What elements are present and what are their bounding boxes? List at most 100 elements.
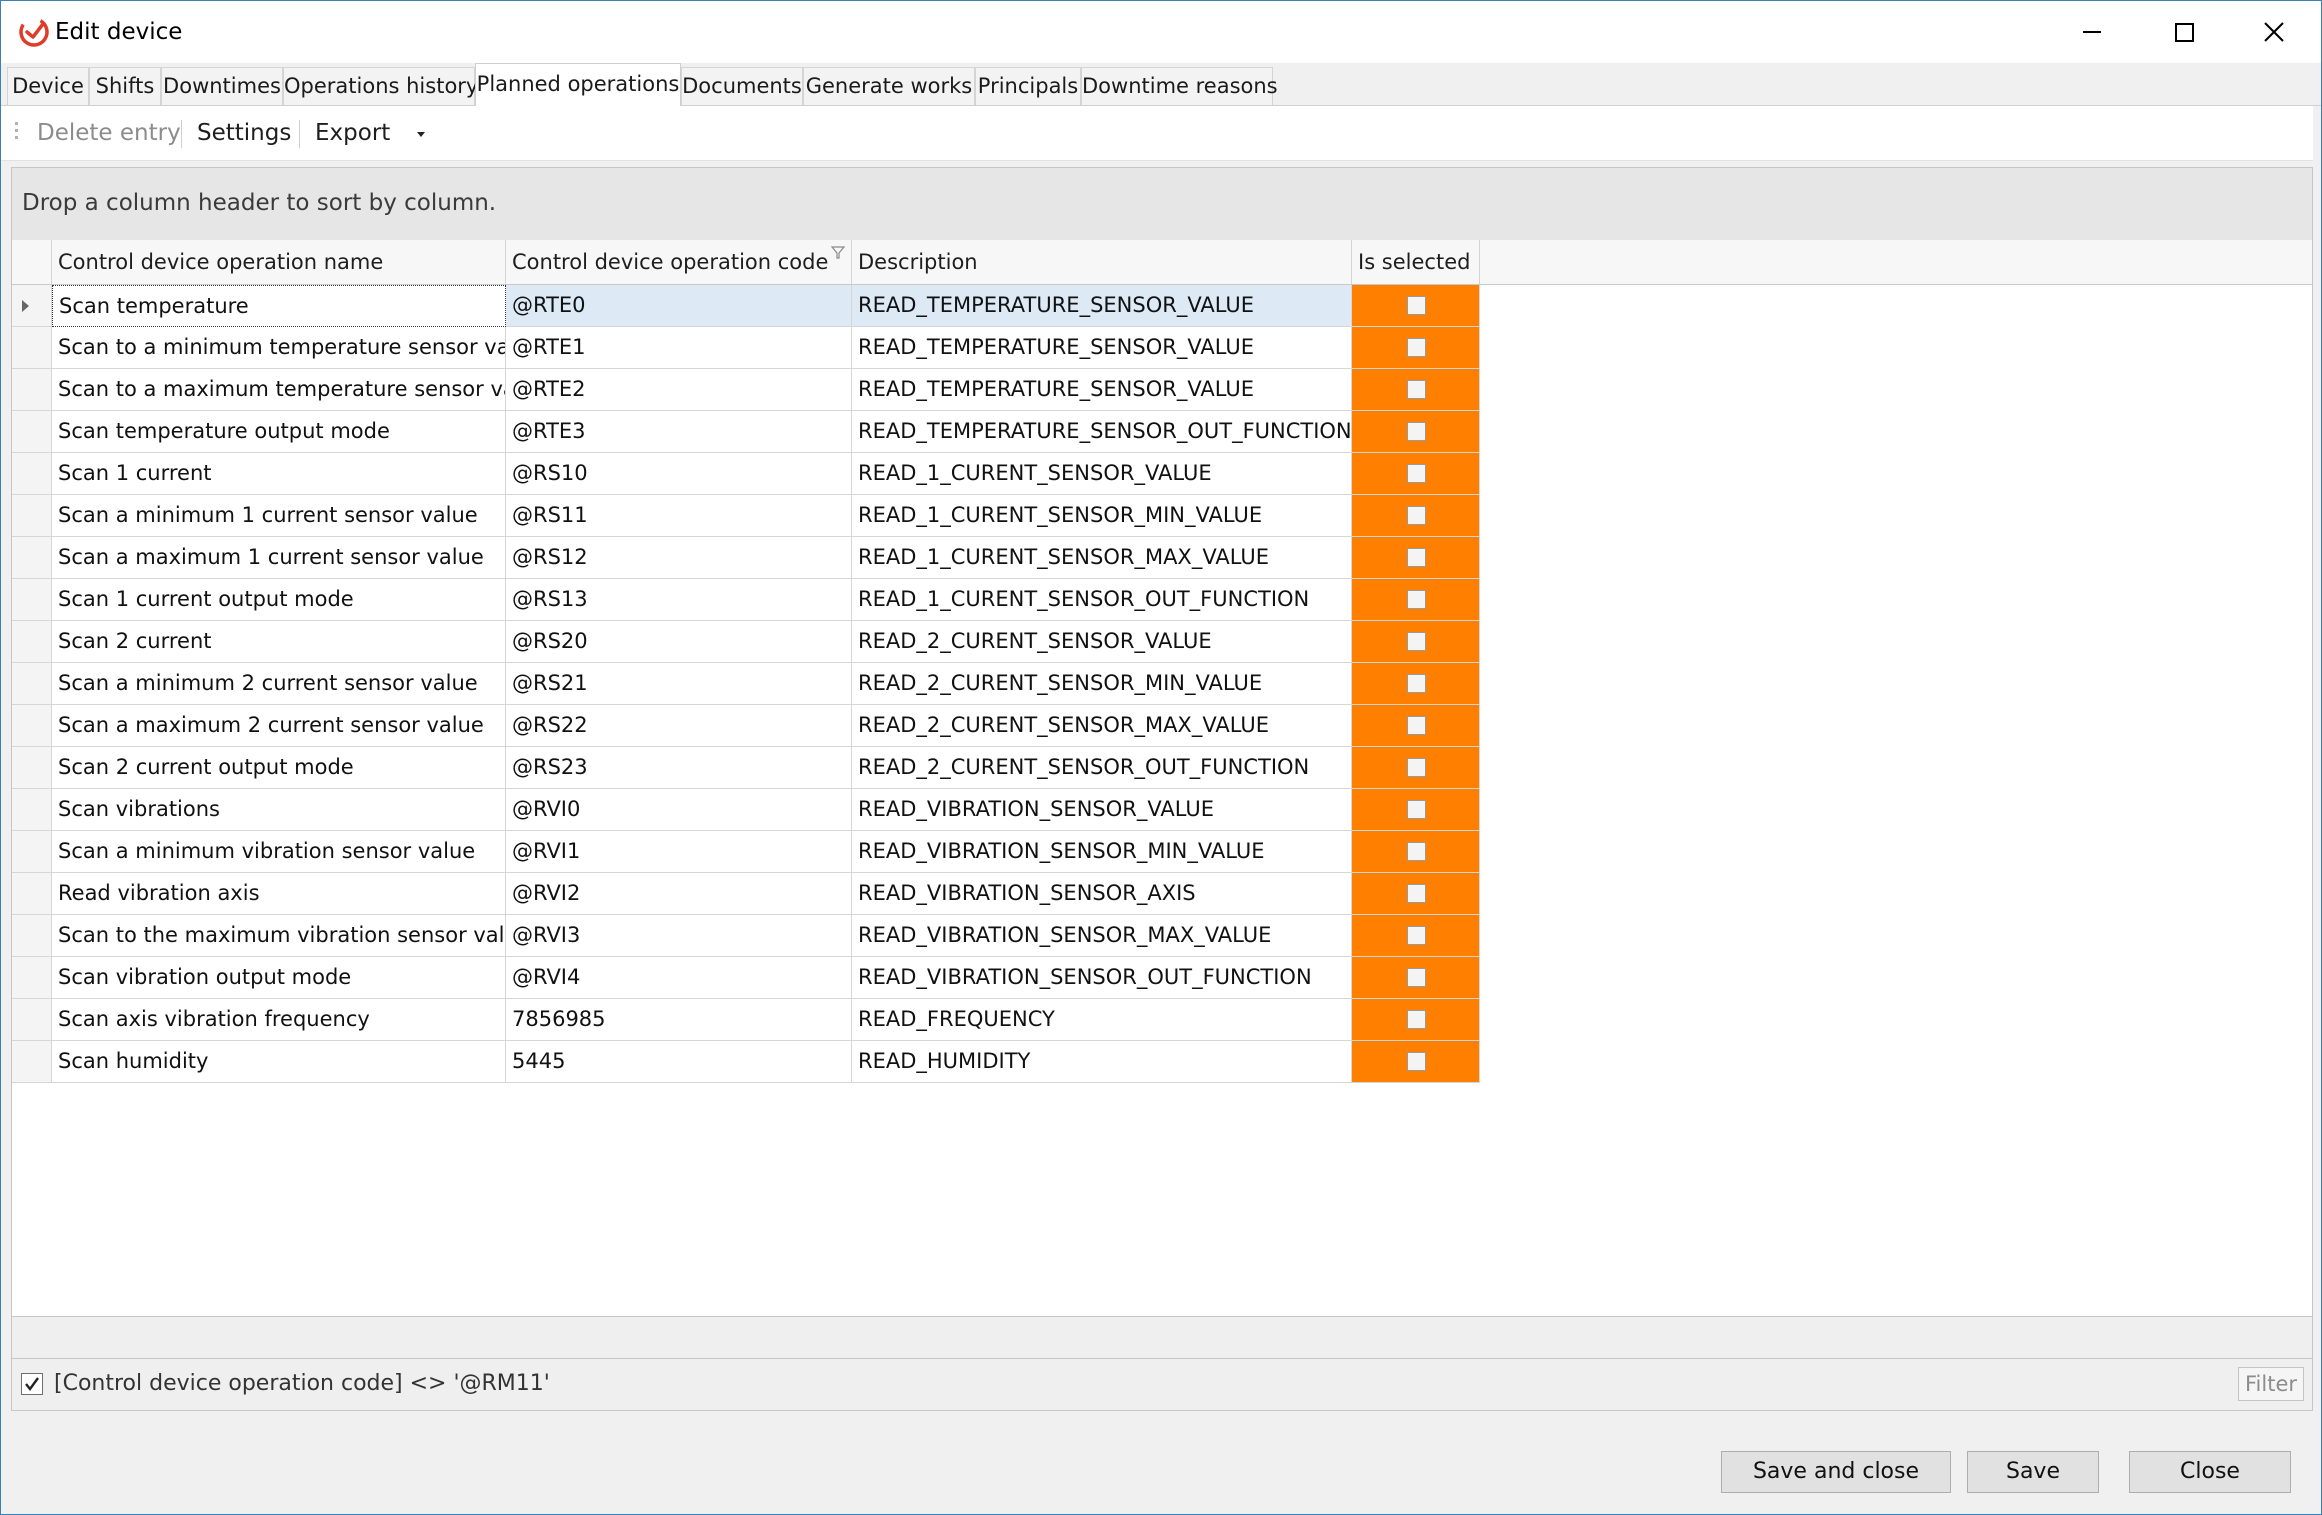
operation-name-cell[interactable]: Scan temperature: [52, 285, 506, 327]
row-indicator-cell[interactable]: [12, 369, 52, 411]
table-row[interactable]: Scan temperature @RTE0 READ_TEMPERATURE_SE…: [12, 285, 1480, 327]
description-cell[interactable]: READ_1_CURENT_SENSOR_MAX_VALUE: [852, 537, 1352, 579]
tab-shifts[interactable]: Shifts: [89, 67, 161, 105]
maximize-button[interactable]: [2139, 1, 2231, 63]
table-row[interactable]: Scan 1 current @RS10 READ_1_CURENT_SENSOR_…: [12, 453, 1480, 495]
description-cell[interactable]: READ_2_CURENT_SENSOR_VALUE: [852, 621, 1352, 663]
table-row[interactable]: Scan to the maximum vibration sensor val…: [12, 915, 1480, 957]
operation-code-cell[interactable]: @RTE3: [506, 411, 852, 453]
column-header-description[interactable]: Description: [852, 240, 1352, 284]
column-header-is-selected[interactable]: Is selected: [1352, 240, 1480, 284]
operation-code-cell[interactable]: 5445: [506, 1041, 852, 1083]
is-selected-checkbox[interactable]: [1407, 1010, 1426, 1029]
row-indicator-cell[interactable]: [12, 831, 52, 873]
table-row[interactable]: Scan axis vibration frequency 7856985 READ…: [12, 999, 1480, 1041]
description-cell[interactable]: READ_2_CURENT_SENSOR_MAX_VALUE: [852, 705, 1352, 747]
description-cell[interactable]: READ_VIBRATION_SENSOR_AXIS: [852, 873, 1352, 915]
operation-code-cell[interactable]: @RS20: [506, 621, 852, 663]
table-row[interactable]: Scan a minimum vibration sensor value @RV…: [12, 831, 1480, 873]
operation-code-cell[interactable]: @RVI2: [506, 873, 852, 915]
settings-button[interactable]: Settings: [197, 116, 291, 150]
export-button[interactable]: Export: [315, 116, 428, 150]
operation-code-cell[interactable]: @RS21: [506, 663, 852, 705]
operation-code-cell[interactable]: 7856985: [506, 999, 852, 1041]
row-indicator-cell[interactable]: [12, 747, 52, 789]
operation-code-cell[interactable]: @RTE2: [506, 369, 852, 411]
is-selected-checkbox[interactable]: [1407, 296, 1426, 315]
close-window-button[interactable]: [2229, 1, 2321, 63]
column-header-operation-name[interactable]: Control device operation name: [52, 240, 506, 284]
tab-generate-works[interactable]: Generate works: [803, 67, 975, 105]
tab-downtime-reasons[interactable]: Downtime reasons: [1081, 67, 1278, 105]
row-indicator-cell[interactable]: [12, 663, 52, 705]
operation-name-cell[interactable]: Scan 2 current: [52, 621, 506, 663]
table-row[interactable]: Scan 1 current output mode @RS13 READ_1_CU…: [12, 579, 1480, 621]
table-row[interactable]: Scan a maximum 2 current sensor value @RS…: [12, 705, 1480, 747]
operation-code-cell[interactable]: @RS22: [506, 705, 852, 747]
row-indicator-cell[interactable]: [12, 621, 52, 663]
operation-name-cell[interactable]: Read vibration axis: [52, 873, 506, 915]
save-button[interactable]: Save: [1967, 1451, 2099, 1493]
description-cell[interactable]: READ_2_CURENT_SENSOR_MIN_VALUE: [852, 663, 1352, 705]
description-cell[interactable]: READ_VIBRATION_SENSOR_MAX_VALUE: [852, 915, 1352, 957]
description-cell[interactable]: READ_VIBRATION_SENSOR_MIN_VALUE: [852, 831, 1352, 873]
is-selected-checkbox[interactable]: [1407, 632, 1426, 651]
is-selected-checkbox[interactable]: [1407, 926, 1426, 945]
operation-name-cell[interactable]: Scan to the maximum vibration sensor val…: [52, 915, 506, 957]
table-row[interactable]: Scan a minimum 2 current sensor value @RS…: [12, 663, 1480, 705]
filter-icon[interactable]: [831, 246, 845, 260]
operation-name-cell[interactable]: Scan to a maximum temperature sensor val…: [52, 369, 506, 411]
operation-code-cell[interactable]: @RVI3: [506, 915, 852, 957]
close-button[interactable]: Close: [2129, 1451, 2291, 1493]
is-selected-checkbox[interactable]: [1407, 380, 1426, 399]
row-indicator-cell[interactable]: [12, 327, 52, 369]
row-indicator-cell[interactable]: [12, 537, 52, 579]
description-cell[interactable]: READ_TEMPERATURE_SENSOR_VALUE: [852, 369, 1352, 411]
operation-code-cell[interactable]: @RVI1: [506, 831, 852, 873]
table-row[interactable]: Scan a minimum 1 current sensor value @RS…: [12, 495, 1480, 537]
row-indicator-cell[interactable]: [12, 453, 52, 495]
table-row[interactable]: Read vibration axis @RVI2 READ_VIBRATION_S…: [12, 873, 1480, 915]
description-cell[interactable]: READ_VIBRATION_SENSOR_VALUE: [852, 789, 1352, 831]
operation-code-cell[interactable]: @RS10: [506, 453, 852, 495]
delete-entry-button[interactable]: Delete entry: [37, 116, 181, 150]
row-indicator-cell[interactable]: [12, 495, 52, 537]
group-by-panel[interactable]: Drop a column header to sort by column.: [12, 168, 2312, 241]
table-row[interactable]: Scan 2 current @RS20 READ_2_CURENT_SENSOR_…: [12, 621, 1480, 663]
tab-operations-history[interactable]: Operations history: [283, 67, 478, 105]
operation-name-cell[interactable]: Scan 1 current: [52, 453, 506, 495]
is-selected-checkbox[interactable]: [1407, 506, 1426, 525]
tab-documents[interactable]: Documents: [681, 67, 803, 105]
is-selected-checkbox[interactable]: [1407, 464, 1426, 483]
table-row[interactable]: Scan a maximum 1 current sensor value @RS…: [12, 537, 1480, 579]
is-selected-checkbox[interactable]: [1407, 590, 1426, 609]
is-selected-checkbox[interactable]: [1407, 758, 1426, 777]
tab-principals[interactable]: Principals: [975, 67, 1081, 105]
description-cell[interactable]: READ_VIBRATION_SENSOR_OUT_FUNCTION: [852, 957, 1352, 999]
minimize-button[interactable]: [2047, 1, 2139, 63]
is-selected-checkbox[interactable]: [1407, 422, 1426, 441]
row-indicator-cell[interactable]: [12, 285, 52, 327]
filter-enabled-checkbox[interactable]: [21, 1373, 43, 1395]
operation-name-cell[interactable]: Scan humidity: [52, 1041, 506, 1083]
description-cell[interactable]: READ_1_CURENT_SENSOR_MIN_VALUE: [852, 495, 1352, 537]
operation-name-cell[interactable]: Scan vibrations: [52, 789, 506, 831]
is-selected-checkbox[interactable]: [1407, 842, 1426, 861]
tab-downtimes[interactable]: Downtimes: [161, 67, 283, 105]
operation-code-cell[interactable]: @RTE1: [506, 327, 852, 369]
filter-button[interactable]: Filter: [2238, 1367, 2304, 1401]
row-indicator-cell[interactable]: [12, 411, 52, 453]
operation-code-cell[interactable]: @RTE0: [506, 285, 852, 327]
is-selected-checkbox[interactable]: [1407, 968, 1426, 987]
operation-code-cell[interactable]: @RVI0: [506, 789, 852, 831]
row-indicator-cell[interactable]: [12, 873, 52, 915]
table-row[interactable]: Scan to a minimum temperature sensor val…: [12, 327, 1480, 369]
operation-name-cell[interactable]: Scan 1 current output mode: [52, 579, 506, 621]
description-cell[interactable]: READ_TEMPERATURE_SENSOR_VALUE: [852, 327, 1352, 369]
is-selected-checkbox[interactable]: [1407, 800, 1426, 819]
description-cell[interactable]: READ_TEMPERATURE_SENSOR_OUT_FUNCTION: [852, 411, 1352, 453]
is-selected-checkbox[interactable]: [1407, 1052, 1426, 1071]
operation-code-cell[interactable]: @RS13: [506, 579, 852, 621]
table-row[interactable]: Scan vibration output mode @RVI4 READ_VIBR…: [12, 957, 1480, 999]
operation-code-cell[interactable]: @RS11: [506, 495, 852, 537]
